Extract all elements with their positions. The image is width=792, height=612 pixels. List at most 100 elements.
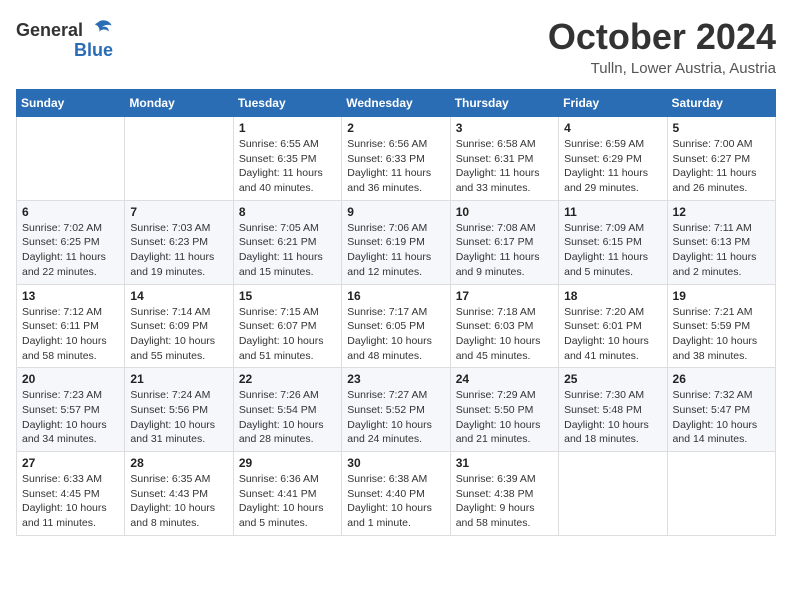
day-info: Sunrise: 7:29 AM Sunset: 5:50 PM Dayligh… bbox=[456, 388, 553, 447]
day-number: 5 bbox=[673, 121, 770, 135]
calendar-table: SundayMondayTuesdayWednesdayThursdayFrid… bbox=[16, 89, 776, 536]
calendar-cell: 31 Sunrise: 6:39 AM Sunset: 4:38 PM Dayli… bbox=[450, 452, 558, 536]
day-info: Sunrise: 7:06 AM Sunset: 6:19 PM Dayligh… bbox=[347, 221, 444, 280]
day-number: 23 bbox=[347, 372, 444, 386]
day-number: 2 bbox=[347, 121, 444, 135]
calendar-cell: 17 Sunrise: 7:18 AM Sunset: 6:03 PM Dayli… bbox=[450, 284, 558, 368]
day-number: 11 bbox=[564, 205, 661, 219]
day-info: Sunrise: 7:27 AM Sunset: 5:52 PM Dayligh… bbox=[347, 388, 444, 447]
day-number: 8 bbox=[239, 205, 336, 219]
day-info: Sunrise: 6:36 AM Sunset: 4:41 PM Dayligh… bbox=[239, 472, 336, 531]
day-info: Sunrise: 7:21 AM Sunset: 5:59 PM Dayligh… bbox=[673, 305, 770, 364]
day-number: 29 bbox=[239, 456, 336, 470]
calendar-cell: 27Sunrise: 6:33 AM Sunset: 4:45 PM Dayli… bbox=[17, 452, 125, 536]
calendar-cell: 15Sunrise: 7:15 AM Sunset: 6:07 PM Dayli… bbox=[233, 284, 341, 368]
day-info: Sunrise: 6:38 AM Sunset: 4:40 PM Dayligh… bbox=[347, 472, 444, 531]
calendar-week-row: 27Sunrise: 6:33 AM Sunset: 4:45 PM Dayli… bbox=[17, 452, 776, 536]
weekday-header-saturday: Saturday bbox=[667, 90, 775, 117]
day-number: 30 bbox=[347, 456, 444, 470]
calendar-cell bbox=[17, 117, 125, 201]
weekday-header-sunday: Sunday bbox=[17, 90, 125, 117]
calendar-cell: 7 Sunrise: 7:03 AM Sunset: 6:23 PM Daylig… bbox=[125, 200, 233, 284]
day-number: 6 bbox=[22, 205, 119, 219]
day-number: 12 bbox=[673, 205, 770, 219]
day-number: 4 bbox=[564, 121, 661, 135]
calendar-cell: 8 Sunrise: 7:05 AM Sunset: 6:21 PM Daylig… bbox=[233, 200, 341, 284]
calendar-cell: 6 Sunrise: 7:02 AM Sunset: 6:25 PM Daylig… bbox=[17, 200, 125, 284]
calendar-week-row: 6 Sunrise: 7:02 AM Sunset: 6:25 PM Daylig… bbox=[17, 200, 776, 284]
calendar-cell: 30 Sunrise: 6:38 AM Sunset: 4:40 PM Dayli… bbox=[342, 452, 450, 536]
calendar-cell bbox=[125, 117, 233, 201]
day-number: 7 bbox=[130, 205, 227, 219]
day-info: Sunrise: 7:26 AM Sunset: 5:54 PM Dayligh… bbox=[239, 388, 336, 447]
calendar-cell: 29 Sunrise: 6:36 AM Sunset: 4:41 PM Dayli… bbox=[233, 452, 341, 536]
calendar-cell: 28 Sunrise: 6:35 AM Sunset: 4:43 PM Dayli… bbox=[125, 452, 233, 536]
day-info: Sunrise: 7:14 AM Sunset: 6:09 PM Dayligh… bbox=[130, 305, 227, 364]
calendar-cell: 25 Sunrise: 7:30 AM Sunset: 5:48 PM Dayli… bbox=[559, 368, 667, 452]
day-info: Sunrise: 7:00 AM Sunset: 6:27 PM Dayligh… bbox=[673, 137, 770, 196]
day-info: Sunrise: 7:09 AM Sunset: 6:15 PM Dayligh… bbox=[564, 221, 661, 280]
logo: General Blue bbox=[16, 16, 113, 61]
day-number: 16 bbox=[347, 289, 444, 303]
calendar-cell: 9Sunrise: 7:06 AM Sunset: 6:19 PM Daylig… bbox=[342, 200, 450, 284]
day-info: Sunrise: 6:39 AM Sunset: 4:38 PM Dayligh… bbox=[456, 472, 553, 531]
day-number: 20 bbox=[22, 372, 119, 386]
calendar-cell: 16Sunrise: 7:17 AM Sunset: 6:05 PM Dayli… bbox=[342, 284, 450, 368]
calendar-cell bbox=[559, 452, 667, 536]
weekday-header-wednesday: Wednesday bbox=[342, 90, 450, 117]
calendar-cell: 2Sunrise: 6:56 AM Sunset: 6:33 PM Daylig… bbox=[342, 117, 450, 201]
day-info: Sunrise: 7:08 AM Sunset: 6:17 PM Dayligh… bbox=[456, 221, 553, 280]
day-number: 17 bbox=[456, 289, 553, 303]
calendar-cell: 23 Sunrise: 7:27 AM Sunset: 5:52 PM Dayli… bbox=[342, 368, 450, 452]
calendar-week-row: 1 Sunrise: 6:55 AM Sunset: 6:35 PM Daylig… bbox=[17, 117, 776, 201]
calendar-cell: 10 Sunrise: 7:08 AM Sunset: 6:17 PM Dayli… bbox=[450, 200, 558, 284]
title-block: October 2024 Tulln, Lower Austria, Austr… bbox=[548, 16, 776, 77]
calendar-week-row: 13 Sunrise: 7:12 AM Sunset: 6:11 PM Dayli… bbox=[17, 284, 776, 368]
day-number: 18 bbox=[564, 289, 661, 303]
day-number: 25 bbox=[564, 372, 661, 386]
location-subtitle: Tulln, Lower Austria, Austria bbox=[548, 60, 776, 77]
weekday-header-tuesday: Tuesday bbox=[233, 90, 341, 117]
day-number: 24 bbox=[456, 372, 553, 386]
weekday-header-thursday: Thursday bbox=[450, 90, 558, 117]
day-number: 31 bbox=[456, 456, 553, 470]
day-info: Sunrise: 7:05 AM Sunset: 6:21 PM Dayligh… bbox=[239, 221, 336, 280]
day-number: 22 bbox=[239, 372, 336, 386]
day-number: 28 bbox=[130, 456, 227, 470]
logo-text-blue: Blue bbox=[74, 40, 113, 61]
calendar-cell: 20 Sunrise: 7:23 AM Sunset: 5:57 PM Dayli… bbox=[17, 368, 125, 452]
weekday-header-friday: Friday bbox=[559, 90, 667, 117]
day-number: 26 bbox=[673, 372, 770, 386]
calendar-cell: 14 Sunrise: 7:14 AM Sunset: 6:09 PM Dayli… bbox=[125, 284, 233, 368]
day-number: 10 bbox=[456, 205, 553, 219]
day-info: Sunrise: 7:18 AM Sunset: 6:03 PM Dayligh… bbox=[456, 305, 553, 364]
weekday-header-monday: Monday bbox=[125, 90, 233, 117]
day-info: Sunrise: 7:24 AM Sunset: 5:56 PM Dayligh… bbox=[130, 388, 227, 447]
day-number: 14 bbox=[130, 289, 227, 303]
day-number: 13 bbox=[22, 289, 119, 303]
calendar-cell: 1 Sunrise: 6:55 AM Sunset: 6:35 PM Daylig… bbox=[233, 117, 341, 201]
day-number: 19 bbox=[673, 289, 770, 303]
day-number: 21 bbox=[130, 372, 227, 386]
logo-text-general: General bbox=[16, 20, 83, 41]
day-info: Sunrise: 7:02 AM Sunset: 6:25 PM Dayligh… bbox=[22, 221, 119, 280]
calendar-week-row: 20 Sunrise: 7:23 AM Sunset: 5:57 PM Dayli… bbox=[17, 368, 776, 452]
day-info: Sunrise: 7:23 AM Sunset: 5:57 PM Dayligh… bbox=[22, 388, 119, 447]
day-number: 1 bbox=[239, 121, 336, 135]
day-number: 3 bbox=[456, 121, 553, 135]
month-year-title: October 2024 bbox=[548, 16, 776, 58]
calendar-cell: 18Sunrise: 7:20 AM Sunset: 6:01 PM Dayli… bbox=[559, 284, 667, 368]
day-info: Sunrise: 7:03 AM Sunset: 6:23 PM Dayligh… bbox=[130, 221, 227, 280]
calendar-cell: 24 Sunrise: 7:29 AM Sunset: 5:50 PM Dayli… bbox=[450, 368, 558, 452]
day-info: Sunrise: 7:30 AM Sunset: 5:48 PM Dayligh… bbox=[564, 388, 661, 447]
day-info: Sunrise: 7:12 AM Sunset: 6:11 PM Dayligh… bbox=[22, 305, 119, 364]
day-info: Sunrise: 6:55 AM Sunset: 6:35 PM Dayligh… bbox=[239, 137, 336, 196]
day-info: Sunrise: 7:15 AM Sunset: 6:07 PM Dayligh… bbox=[239, 305, 336, 364]
day-info: Sunrise: 6:35 AM Sunset: 4:43 PM Dayligh… bbox=[130, 472, 227, 531]
day-info: Sunrise: 7:32 AM Sunset: 5:47 PM Dayligh… bbox=[673, 388, 770, 447]
calendar-cell: 21 Sunrise: 7:24 AM Sunset: 5:56 PM Dayli… bbox=[125, 368, 233, 452]
day-info: Sunrise: 7:11 AM Sunset: 6:13 PM Dayligh… bbox=[673, 221, 770, 280]
calendar-cell: 22 Sunrise: 7:26 AM Sunset: 5:54 PM Dayli… bbox=[233, 368, 341, 452]
calendar-cell: 11 Sunrise: 7:09 AM Sunset: 6:15 PM Dayli… bbox=[559, 200, 667, 284]
day-info: Sunrise: 6:33 AM Sunset: 4:45 PM Dayligh… bbox=[22, 472, 119, 531]
